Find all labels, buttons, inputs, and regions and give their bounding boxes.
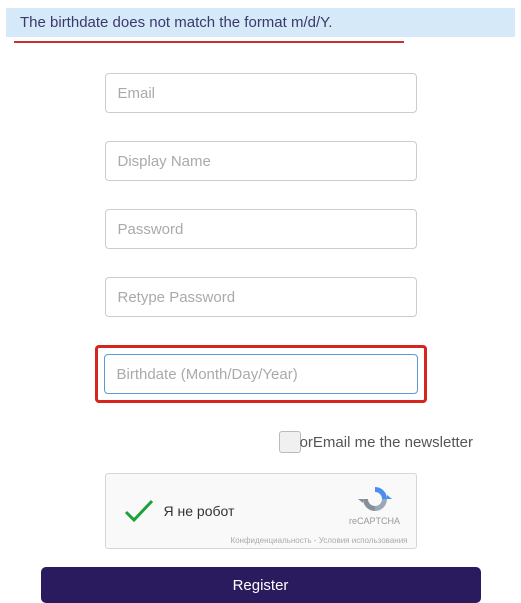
registration-form: or Email me the newsletter Я не робот re… [0,43,521,603]
email-field[interactable] [105,73,417,113]
register-button[interactable]: Register [41,567,481,603]
recaptcha-widget[interactable]: Я не робот reCAPTCHA Конфиденциальность … [105,473,417,549]
highlight-box [95,345,427,403]
retype-password-field[interactable] [105,277,417,317]
newsletter-overlap-prefix: or [300,434,313,451]
field-row [0,277,521,317]
error-banner: The birthdate does not match the format … [6,8,515,37]
recaptcha-icon [344,484,406,514]
recaptcha-logo: reCAPTCHA [344,484,406,526]
recaptcha-privacy: Конфиденциальность - Условия использован… [230,536,407,545]
newsletter-label: Email me the newsletter [313,434,473,451]
error-message: The birthdate does not match the format … [20,14,332,31]
newsletter-checkbox[interactable] [279,431,301,453]
password-field[interactable] [105,209,417,249]
newsletter-row: or Email me the newsletter [0,431,521,453]
display-name-field[interactable] [105,141,417,181]
field-row [0,141,521,181]
recaptcha-brand: reCAPTCHA [344,516,406,526]
recaptcha-text: Я не робот [164,503,235,519]
field-row [0,209,521,249]
field-row [0,73,521,113]
birthdate-field[interactable] [104,354,418,394]
field-row [0,345,521,403]
checkmark-icon [124,498,154,524]
